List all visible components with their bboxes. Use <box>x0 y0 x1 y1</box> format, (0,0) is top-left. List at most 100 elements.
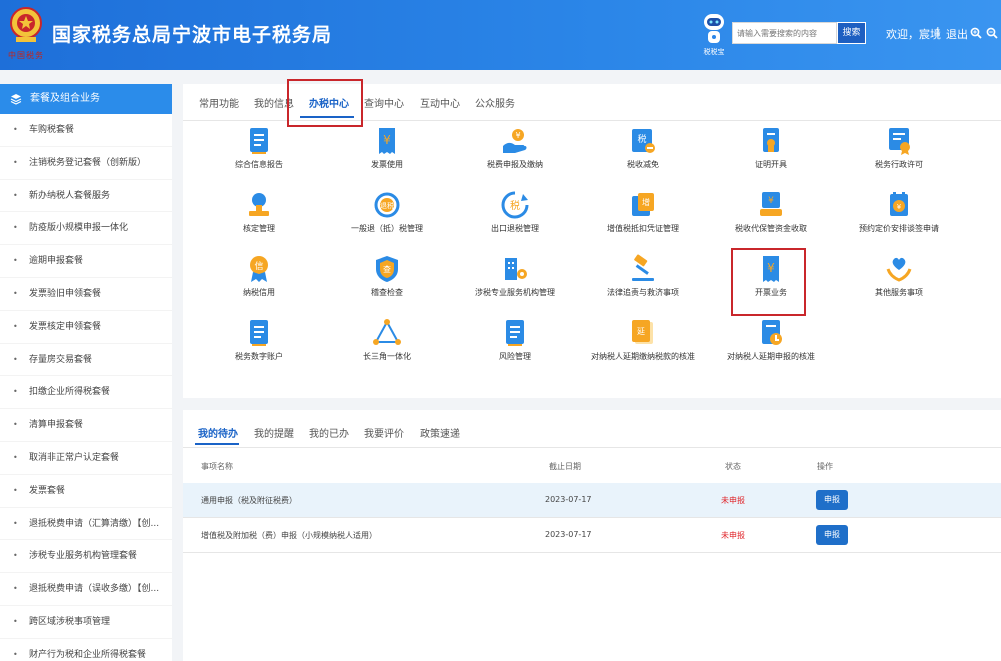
tile-extension-payment[interactable]: 延 对纳税人延期缴纳税款的核准 <box>579 313 707 377</box>
declare-button[interactable]: 申报 <box>816 525 848 545</box>
tile-label: 一般退（抵）税管理 <box>351 224 423 233</box>
emblem-caption: 中国税务 <box>8 51 44 60</box>
table-row[interactable]: 增值税及附加税（费）申报（小规模纳税人适用） 2023-07-17 未申报 申报 <box>183 518 1001 553</box>
tile-tax-reduction[interactable]: 税 税收减免 <box>579 121 707 185</box>
top-header: 中国税务 国家税务总局宁波市电子税务局 税税宝 搜索 欢迎，宸境 | 退出 <box>0 0 1001 70</box>
tile-label: 税收减免 <box>627 160 659 169</box>
tile-general-refund[interactable]: 退税 一般退（抵）税管理 <box>323 185 451 249</box>
welcome-text: 欢迎，宸境 <box>886 28 941 41</box>
tile-certificate[interactable]: 证明开具 <box>707 121 835 185</box>
credit-medal-icon: 信 <box>250 256 268 282</box>
tab-policy-express[interactable]: 政策速递 <box>420 425 460 440</box>
tile-pricing-arrangement[interactable]: ¥ 预约定价安排谈签申请 <box>835 185 963 249</box>
tile-label: 发票使用 <box>371 160 403 169</box>
tile-label: 税费申报及缴纳 <box>487 160 543 169</box>
site-title: 国家税务总局宁波市电子税务局 <box>52 24 333 46</box>
tile-invoice-use[interactable]: ¥ 发票使用 <box>323 121 451 185</box>
gavel-icon <box>632 254 654 281</box>
tab-public-service[interactable]: 公众服务 <box>475 95 515 110</box>
row-name: 通用申报（税及附征税费） <box>201 496 297 505</box>
tile-label: 对纳税人延期申报的核准 <box>727 352 815 361</box>
tile-yangtze-delta[interactable]: 长三角一体化 <box>323 313 451 377</box>
invoice-yuan-icon: ¥ <box>379 128 395 154</box>
tab-query-center[interactable]: 查询中心 <box>364 95 404 110</box>
sidebar-item[interactable]: 发票套餐 <box>0 475 172 508</box>
layers-icon <box>10 94 22 105</box>
search-input[interactable] <box>732 22 837 44</box>
tab-common[interactable]: 常用功能 <box>199 95 239 110</box>
tile-label: 其他服务事项 <box>875 288 923 297</box>
safekeeping-icon: ¥ <box>760 192 782 216</box>
tile-assessment[interactable]: 核定管理 <box>195 185 323 249</box>
sidebar-item[interactable]: 取消非正常户认定套餐 <box>0 442 172 475</box>
logout-link[interactable]: 退出 <box>946 26 968 42</box>
tile-label: 税务数字账户 <box>235 352 283 361</box>
tile-tax-credit[interactable]: 信 纳税信用 <box>195 249 323 313</box>
tile-export-refund[interactable]: 税 出口退税管理 <box>451 185 579 249</box>
svg-text:¥: ¥ <box>768 196 774 206</box>
todo-panel: 我的待办 我的提醒 我的已办 我要评价 政策速递 事项名称 截止日期 状态 操作… <box>183 410 1001 661</box>
tab-my-evaluation[interactable]: 我要评价 <box>364 425 404 440</box>
sidebar-item[interactable]: 财产行为税和企业所得税套餐 <box>0 639 172 661</box>
tile-risk-management[interactable]: 风险管理 <box>451 313 579 377</box>
export-refund-icon: 税 <box>501 191 529 219</box>
tile-label: 证明开具 <box>755 160 787 169</box>
column-header-status: 状态 <box>725 462 741 471</box>
svg-text:信: 信 <box>254 260 263 272</box>
tile-label: 税收代保管资金收取 <box>735 224 807 233</box>
sidebar-item[interactable]: 注销税务登记套餐（创新版） <box>0 147 172 180</box>
sidebar-item[interactable]: 逾期申报套餐 <box>0 245 172 278</box>
tab-my-reminders[interactable]: 我的提醒 <box>254 425 294 440</box>
zoom-in-icon[interactable] <box>970 27 982 39</box>
tile-digital-account[interactable]: 税务数字账户 <box>195 313 323 377</box>
extension-payment-icon: 延 <box>632 320 653 344</box>
sidebar-item[interactable]: 扣缴企业所得税套餐 <box>0 376 172 410</box>
tile-comprehensive-report[interactable]: 综合信息报告 <box>195 121 323 185</box>
certificate-icon <box>763 128 779 152</box>
tile-inspection[interactable]: 查 稽查检查 <box>323 249 451 313</box>
sidebar-item[interactable]: 防疫版小规模申报一体化 <box>0 212 172 246</box>
declare-button[interactable]: 申报 <box>816 490 848 510</box>
sidebar-item[interactable]: 存量房交易套餐 <box>0 344 172 377</box>
tab-my-todo[interactable]: 我的待办 <box>198 425 238 440</box>
sidebar-item[interactable]: 发票核定申领套餐 <box>0 311 172 344</box>
search-button[interactable]: 搜索 <box>837 22 866 44</box>
svg-text:税: 税 <box>510 199 520 212</box>
highlight-box-invoice-issue <box>731 248 806 316</box>
sidebar-item[interactable]: 跨区域涉税事项管理 <box>0 606 172 639</box>
tile-extension-declare[interactable]: 对纳税人延期申报的核准 <box>707 313 835 377</box>
tile-label: 出口退税管理 <box>491 224 539 233</box>
sidebar-item[interactable]: 涉税专业服务机构管理套餐 <box>0 540 172 574</box>
stamp-icon <box>249 193 269 216</box>
row-status: 未申报 <box>721 531 745 540</box>
pricing-arrangement-icon: ¥ <box>890 192 908 216</box>
sidebar-item[interactable]: 退抵税费申请（误收多缴）【创... <box>0 573 172 606</box>
sidebar-heading[interactable]: 套餐及组合业务 <box>0 84 172 114</box>
tile-tax-declare-pay[interactable]: ¥ 税费申报及缴纳 <box>451 121 579 185</box>
tile-vat-voucher[interactable]: 增 增值税抵扣凭证管理 <box>579 185 707 249</box>
tile-legal-remedy[interactable]: 法律追责与救济事项 <box>579 249 707 313</box>
table-row[interactable]: 通用申报（税及附征税费） 2023-07-17 未申报 申报 <box>183 483 1001 518</box>
sidebar-item[interactable]: 车购税套餐 <box>0 114 172 147</box>
inspection-shield-icon: 查 <box>376 256 398 282</box>
sidebar-item[interactable]: 退抵税费申请（汇算清缴）【创... <box>0 508 172 541</box>
svg-text:查: 查 <box>383 264 391 274</box>
tile-other-services[interactable]: 其他服务事项 <box>835 249 963 313</box>
zoom-out-icon[interactable] <box>986 27 998 39</box>
tile-admin-license[interactable]: 税务行政许可 <box>835 121 963 185</box>
header-separator: | <box>936 25 940 38</box>
row-name: 增值税及附加税（费）申报（小规模纳税人适用） <box>201 531 377 540</box>
tab-interaction-center[interactable]: 互动中心 <box>420 95 460 110</box>
hand-coin-icon: ¥ <box>503 129 527 153</box>
tax-emblem-icon <box>10 7 42 42</box>
robot-assistant-icon[interactable] <box>700 10 728 46</box>
svg-text:退税: 退税 <box>380 201 394 210</box>
sidebar-item[interactable]: 新办纳税人套餐服务 <box>0 180 172 213</box>
robot-label: 税税宝 <box>703 48 725 56</box>
tab-my-done[interactable]: 我的已办 <box>309 425 349 440</box>
tile-agency-management[interactable]: 涉税专业服务机构管理 <box>451 249 579 313</box>
sidebar-item[interactable]: 清算申报套餐 <box>0 409 172 442</box>
tile-safekeeping[interactable]: ¥ 税收代保管资金收取 <box>707 185 835 249</box>
sidebar-item[interactable]: 发票验旧申领套餐 <box>0 278 172 311</box>
sidebar: 套餐及组合业务 车购税套餐 注销税务登记套餐（创新版） 新办纳税人套餐服务 防疫… <box>0 84 172 661</box>
